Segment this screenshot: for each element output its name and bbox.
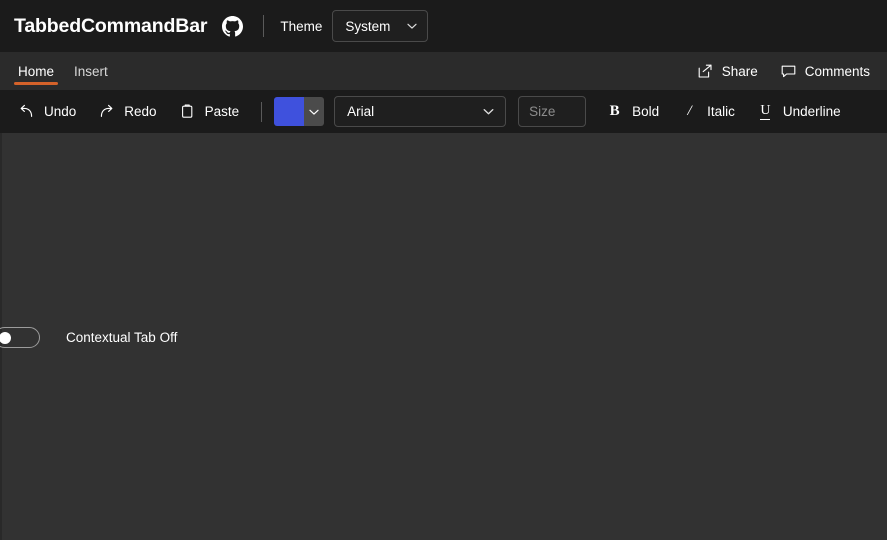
- app-window: TabbedCommandBar Theme System Home Inser…: [0, 0, 887, 540]
- underline-button[interactable]: U Underline: [747, 97, 851, 127]
- font-family-value: Arial: [347, 104, 375, 119]
- title-divider: [263, 15, 265, 37]
- github-icon[interactable]: [221, 15, 243, 37]
- command-bar: Undo Redo Paste Arial Size B Bold / Ital…: [0, 90, 887, 133]
- tab-strip-spacer: [118, 52, 688, 90]
- font-color-picker[interactable]: [274, 97, 325, 126]
- tab-home-label: Home: [18, 63, 55, 79]
- undo-button[interactable]: Undo: [8, 97, 86, 127]
- theme-select[interactable]: System: [332, 10, 429, 42]
- undo-label: Undo: [44, 104, 77, 119]
- tab-insert[interactable]: Insert: [64, 52, 118, 90]
- comments-label: Comments: [804, 63, 870, 79]
- font-size-input[interactable]: [518, 96, 587, 127]
- tab-insert-label: Insert: [74, 63, 108, 79]
- command-bar-divider-1: [261, 101, 263, 122]
- app-title: TabbedCommandBar: [14, 14, 208, 37]
- content-area: Contextual Tab Off: [0, 133, 887, 540]
- chevron-down-icon: [406, 20, 418, 32]
- font-family-combobox[interactable]: Arial: [334, 96, 507, 127]
- underline-glyph: U: [760, 102, 771, 120]
- redo-button[interactable]: Redo: [88, 97, 166, 127]
- color-dropdown-chevron-icon[interactable]: [304, 97, 325, 126]
- undo-icon: [18, 103, 35, 120]
- theme-select-value: System: [345, 18, 391, 34]
- italic-button[interactable]: / Italic: [671, 97, 745, 127]
- paste-button[interactable]: Paste: [169, 97, 250, 127]
- chevron-down-icon: [482, 105, 495, 118]
- comments-button[interactable]: Comments: [771, 58, 879, 85]
- contextual-tab-toggle[interactable]: [0, 327, 40, 348]
- share-button[interactable]: Share: [688, 58, 767, 85]
- share-icon: [697, 63, 714, 80]
- underline-icon: U: [757, 103, 774, 120]
- paste-label: Paste: [204, 104, 240, 119]
- underline-label: Underline: [782, 104, 841, 119]
- comment-icon: [780, 63, 797, 80]
- tab-strip: Home Insert Share Comments: [0, 52, 887, 90]
- paste-icon: [179, 103, 196, 120]
- tab-home[interactable]: Home: [8, 52, 64, 90]
- tab-strip-actions: Share Comments: [688, 52, 879, 90]
- italic-icon: /: [687, 103, 692, 119]
- tab-list: Home Insert: [8, 52, 118, 90]
- bold-icon: B: [609, 103, 620, 119]
- color-swatch: [274, 97, 305, 126]
- toggle-knob: [0, 331, 11, 344]
- italic-label: Italic: [707, 104, 735, 119]
- redo-label: Redo: [124, 104, 157, 119]
- theme-label: Theme: [280, 18, 323, 34]
- bold-button[interactable]: B Bold: [596, 97, 669, 127]
- title-bar: TabbedCommandBar Theme System: [0, 0, 887, 52]
- share-label: Share: [721, 63, 758, 79]
- contextual-tab-toggle-row: Contextual Tab Off: [0, 327, 177, 348]
- bold-label: Bold: [632, 104, 660, 119]
- redo-icon: [98, 103, 115, 120]
- contextual-tab-toggle-label: Contextual Tab Off: [66, 330, 178, 345]
